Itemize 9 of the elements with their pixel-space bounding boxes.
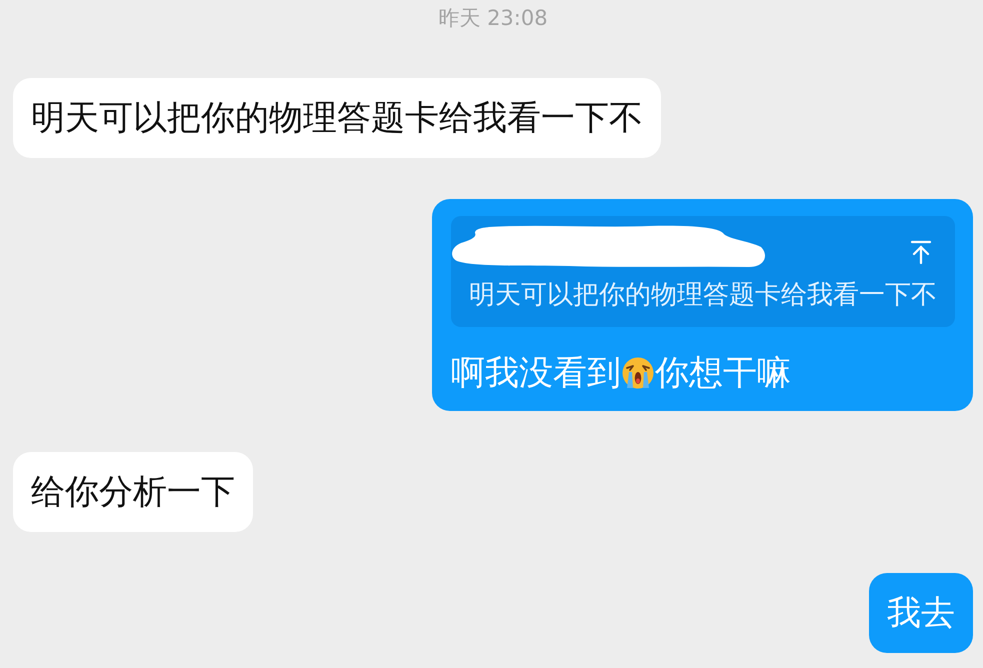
message-text: 你想干嘛: [655, 352, 791, 395]
message-text: 给你分析一下: [31, 471, 235, 514]
quoted-message[interactable]: 明天可以把你的物理答题卡给我看一下不: [451, 216, 955, 327]
quoted-text: 明天可以把你的物理答题卡给我看一下不: [469, 279, 937, 312]
message-text: 明天可以把你的物理答题卡给我看一下不: [31, 97, 643, 140]
message-text: 我去: [887, 592, 955, 635]
crying-face-icon: [622, 357, 654, 389]
message-timestamp: 昨天 23:08: [438, 6, 548, 30]
message-text: 啊我没看到: [451, 352, 621, 395]
